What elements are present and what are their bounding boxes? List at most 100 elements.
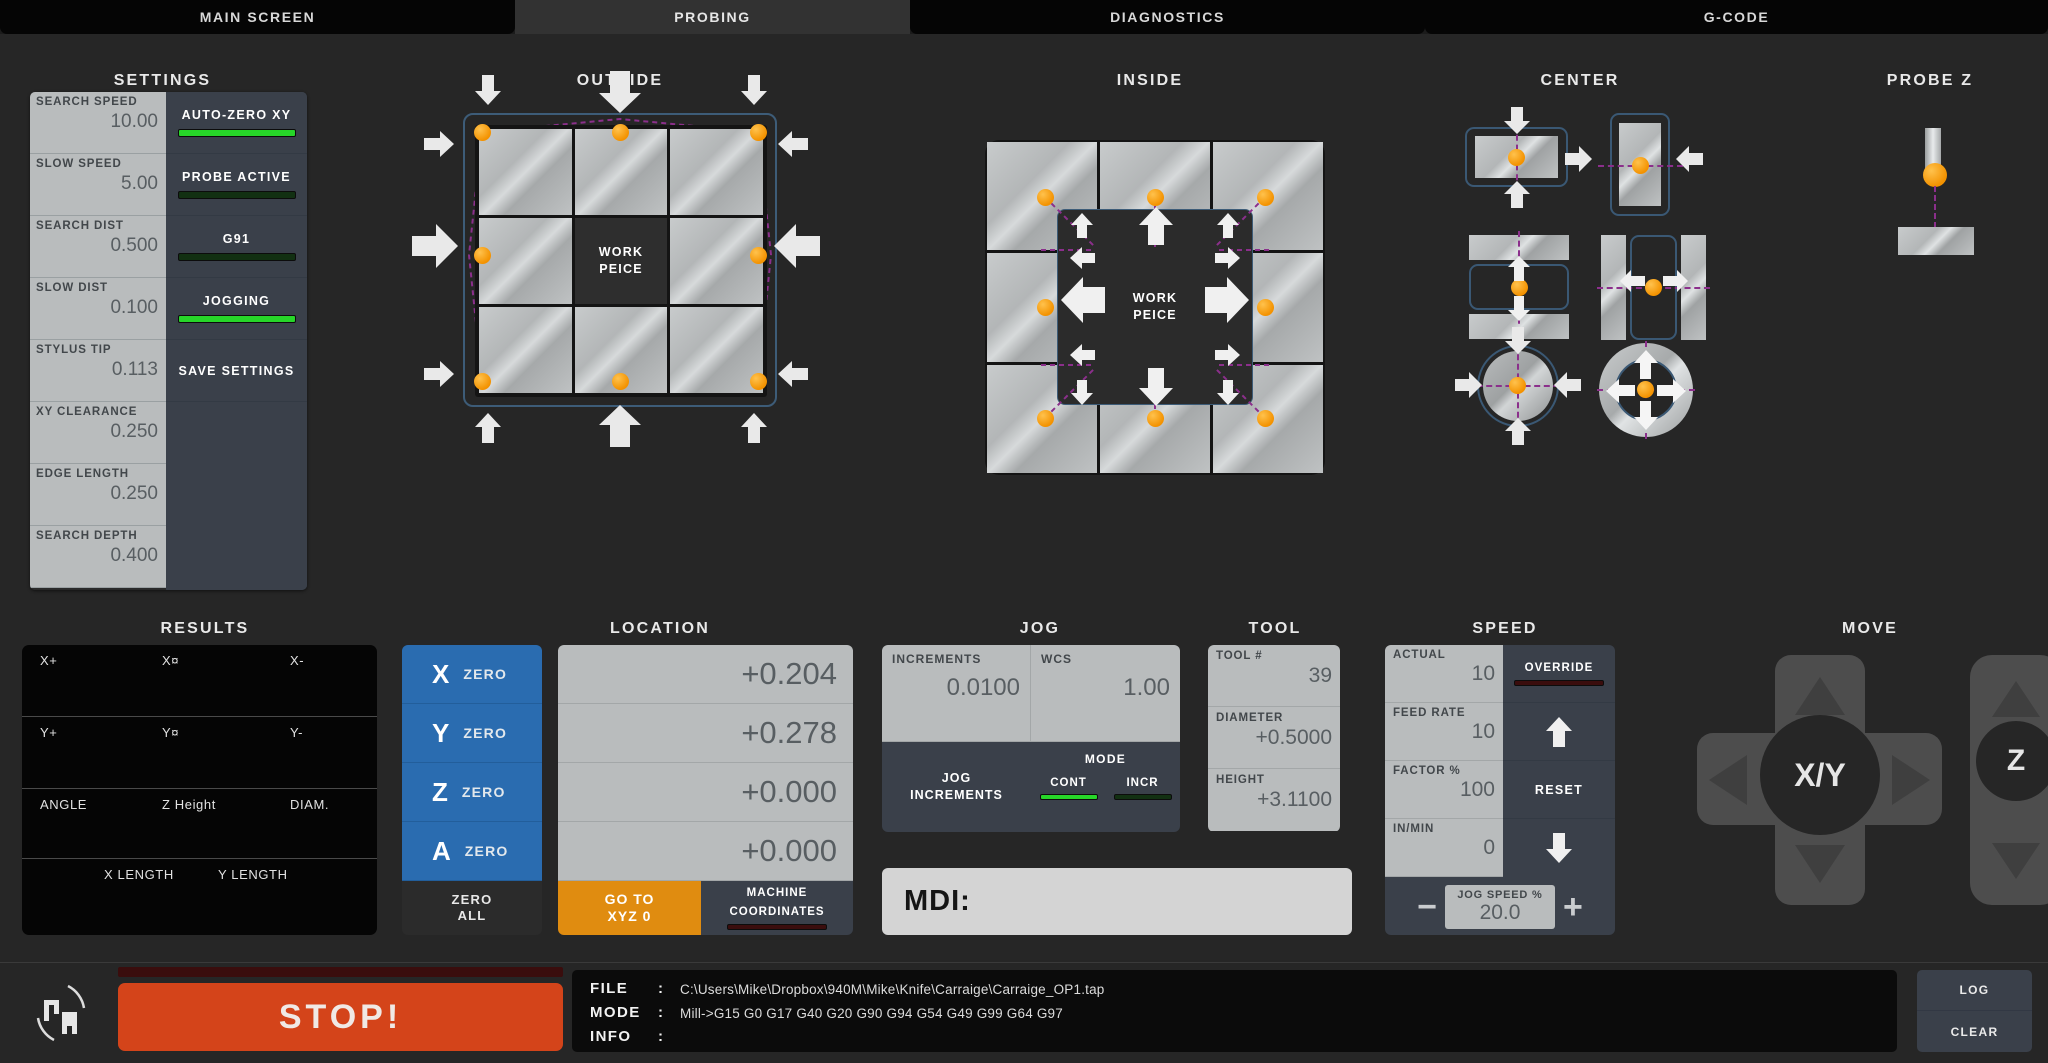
- arrow-up-icon: [1634, 350, 1658, 379]
- jog-speed-field[interactable]: JOG SPEED % 20.0: [1445, 884, 1555, 929]
- zero-all-button[interactable]: ZERO ALL: [402, 881, 542, 935]
- arrow-left-icon: [1070, 344, 1095, 366]
- speed-decrease-button[interactable]: [1503, 819, 1615, 877]
- log-button[interactable]: LOG: [1917, 970, 2032, 1011]
- dro-readout: +0.204 +0.278 +0.000 +0.000 GO TO XYZ 0 …: [558, 645, 853, 935]
- jog-speed-plus-button[interactable]: +: [1563, 890, 1583, 924]
- button-g91[interactable]: G91: [166, 216, 307, 278]
- setting-label: SEARCH SPEED: [36, 96, 138, 108]
- tab-g-code[interactable]: G-CODE: [1425, 0, 2048, 34]
- speed-reset-button[interactable]: RESET: [1503, 761, 1615, 819]
- probe-tip: [1923, 163, 1947, 187]
- button-label: SAVE SETTINGS: [178, 363, 295, 378]
- tool-number-field[interactable]: TOOL # 39: [1208, 645, 1340, 707]
- results-label-x-plus: X+: [40, 653, 58, 668]
- arrow-up-icon: [1795, 677, 1845, 715]
- arrow-right-icon: [424, 131, 454, 157]
- outside-arrow-group: [412, 71, 820, 447]
- setting-label: SLOW DIST: [36, 282, 108, 294]
- jog-increments-field[interactable]: INCREMENTS 0.0100: [882, 645, 1031, 742]
- arrow-left-icon: [778, 361, 808, 387]
- field-label: DIAMETER: [1216, 712, 1284, 724]
- jog-mode-label: MODE: [1084, 752, 1127, 766]
- mode-key: MODE: [590, 1004, 641, 1021]
- tab-label: DIAGNOSTICS: [1110, 9, 1225, 25]
- tab-probing[interactable]: PROBING: [515, 0, 910, 34]
- zero-label: ZERO: [464, 843, 509, 859]
- setting-search-depth[interactable]: SEARCH DEPTH 0.400: [30, 526, 166, 588]
- arrow-down-icon: [1992, 843, 2040, 879]
- dro-value-y[interactable]: +0.278: [558, 704, 853, 763]
- override-button[interactable]: OVERRIDE: [1503, 645, 1615, 703]
- setting-value: 0.113: [111, 359, 158, 380]
- tab-diagnostics[interactable]: DIAGNOSTICS: [910, 0, 1425, 34]
- button-jogging[interactable]: JOGGING: [166, 278, 307, 340]
- dro-value-a[interactable]: +0.000: [558, 822, 853, 881]
- tab-label: G-CODE: [1703, 9, 1770, 25]
- jog-wcs-field[interactable]: WCS 1.00: [1031, 645, 1180, 742]
- probe-z-diagram[interactable]: [1880, 110, 2000, 270]
- zero-x-button[interactable]: X ZERO: [402, 645, 542, 704]
- tab-main-screen[interactable]: MAIN SCREEN: [0, 0, 515, 34]
- setting-slow-speed[interactable]: SLOW SPEED 5.00: [30, 154, 166, 216]
- jog-mode-incr-button[interactable]: INCR: [1113, 777, 1172, 800]
- dro-action-row: GO TO XYZ 0 MACHINE COORDINATES: [558, 881, 853, 935]
- mdi-input[interactable]: MDI:: [882, 868, 1352, 935]
- results-label-y-length: Y LENGTH: [218, 867, 288, 882]
- part: [1898, 227, 1974, 255]
- go-to-xyz-zero-button[interactable]: GO TO XYZ 0: [558, 881, 701, 935]
- dro-value-z[interactable]: +0.000: [558, 763, 853, 822]
- zero-label: ZERO: [461, 784, 506, 800]
- jog-increments-button[interactable]: JOG INCREMENTS: [882, 742, 1031, 832]
- axis-letter: A: [432, 835, 451, 866]
- axis-letter: Y: [432, 717, 450, 748]
- arrow-right-icon: [1215, 247, 1240, 269]
- arrow-up-icon: [1217, 213, 1239, 238]
- setting-edge-length[interactable]: EDGE LENGTH 0.250: [30, 464, 166, 526]
- button-label: JOGGING: [202, 294, 271, 308]
- setting-xy-clearance[interactable]: XY CLEARANCE 0.250: [30, 402, 166, 464]
- jog-speed-row: − JOG SPEED % 20.0 +: [1385, 878, 1615, 935]
- arrow-up-icon: [599, 405, 641, 447]
- xy-jog-center-button[interactable]: X/Y: [1760, 715, 1880, 835]
- goto-line-1: GO TO: [604, 890, 655, 907]
- speed-panel: ACTUAL 10 FEED RATE 10 FACTOR % 100 IN/M…: [1385, 645, 1615, 935]
- zero-label: ZERO: [463, 725, 508, 741]
- outside-probe-diagram[interactable]: WORK PEICE: [412, 71, 820, 447]
- dro-value-x[interactable]: +0.204: [558, 645, 853, 704]
- tool-heading: TOOL: [1248, 620, 1302, 637]
- field-label: JOG SPEED %: [1457, 888, 1543, 901]
- setting-stylus-tip[interactable]: STYLUS TIP 0.113: [30, 340, 166, 402]
- button-auto-zero-xy[interactable]: AUTO-ZERO XY: [166, 92, 307, 154]
- jog-speed-minus-button[interactable]: −: [1417, 890, 1437, 924]
- button-save-settings[interactable]: SAVE SETTINGS: [166, 340, 307, 402]
- speed-increase-button[interactable]: [1503, 703, 1615, 761]
- setting-slow-dist[interactable]: SLOW DIST 0.100: [30, 278, 166, 340]
- button-label: G91: [222, 232, 251, 246]
- arrow-right-icon: [1657, 379, 1686, 403]
- speed-feed-rate-field[interactable]: FEED RATE 10: [1385, 703, 1503, 761]
- setting-value: 0.100: [110, 297, 158, 318]
- button-probe-active[interactable]: PROBE ACTIVE: [166, 154, 307, 216]
- inside-probe-diagram[interactable]: WORK PEICE: [985, 140, 1325, 475]
- zero-y-button[interactable]: Y ZERO: [402, 704, 542, 763]
- speed-factor-percent-field[interactable]: FACTOR % 100: [1385, 761, 1503, 819]
- machine-coordinates-button[interactable]: MACHINE COORDINATES: [701, 881, 853, 935]
- stop-button[interactable]: STOP!: [118, 983, 563, 1051]
- setting-search-speed[interactable]: SEARCH SPEED 10.00: [30, 92, 166, 154]
- clear-button[interactable]: CLEAR: [1917, 1011, 2032, 1052]
- option-label: INCR: [1126, 777, 1159, 789]
- zero-a-button[interactable]: A ZERO: [402, 822, 542, 881]
- setting-search-dist[interactable]: SEARCH DIST 0.500: [30, 216, 166, 278]
- z-jog-center-button[interactable]: Z: [1976, 721, 2048, 801]
- results-label-x-center: X¤: [162, 653, 180, 668]
- status-led-probe-active: [177, 191, 296, 199]
- move-panel: X/Y Z: [1672, 655, 2048, 935]
- speed-actual-field[interactable]: ACTUAL 10: [1385, 645, 1503, 703]
- tool-diameter-field[interactable]: DIAMETER +0.5000: [1208, 707, 1340, 769]
- zero-z-button[interactable]: Z ZERO: [402, 763, 542, 822]
- jog-mode-cont-button[interactable]: CONT: [1039, 777, 1098, 800]
- field-label: FEED RATE: [1393, 707, 1466, 719]
- speed-in-per-min-field[interactable]: IN/MIN 0: [1385, 819, 1503, 877]
- tool-height-field[interactable]: HEIGHT +3.1100: [1208, 769, 1340, 831]
